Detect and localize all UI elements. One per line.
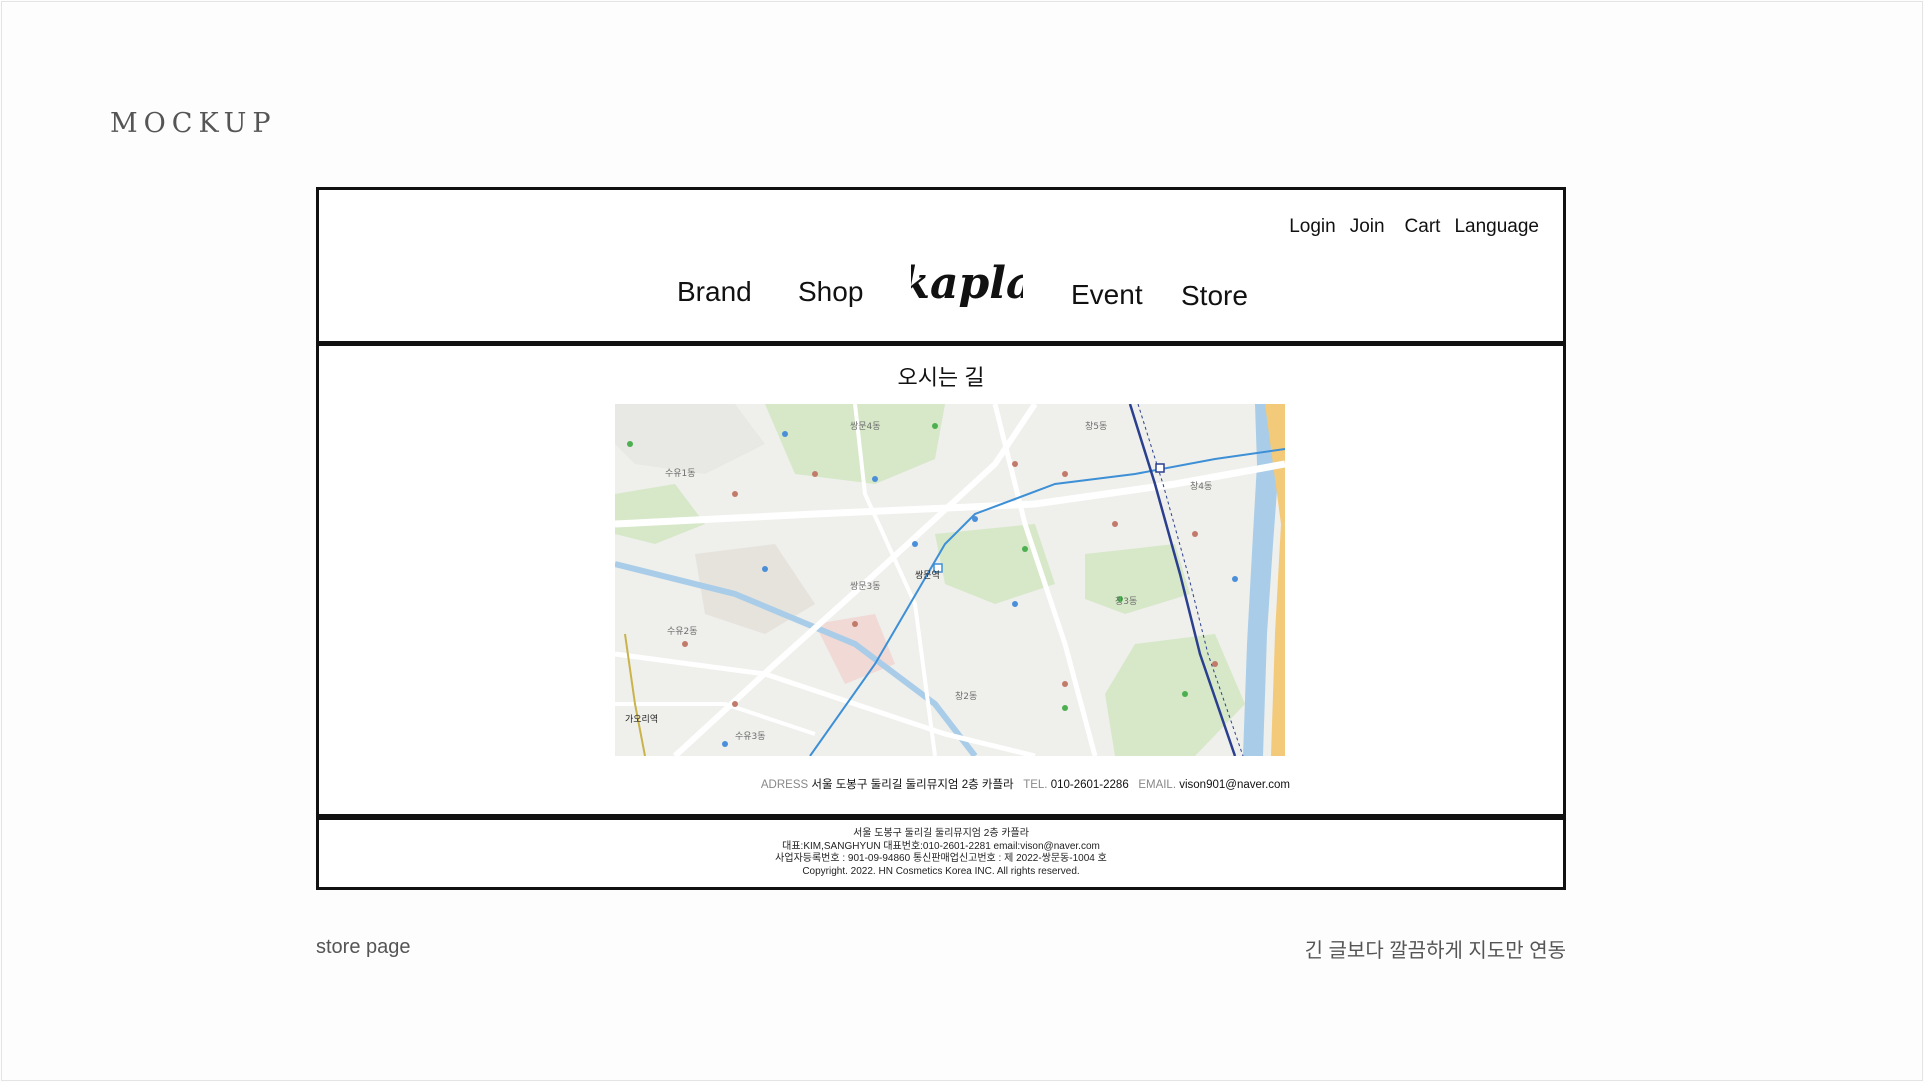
footer-line: 사업자등록번호 : 901-09-94860 통신판매업신고번호 : 제 202… [775, 853, 1107, 865]
nav-event[interactable]: Event [1071, 279, 1143, 311]
nav-brand[interactable]: Brand [677, 276, 752, 308]
svg-text:창3동: 창3동 [1115, 596, 1137, 607]
kapla-logo[interactable]: kapla [900, 254, 1035, 326]
svg-text:창2동: 창2동 [955, 691, 977, 702]
site-footer: 서울 도봉구 둘리길 둘리뮤지엄 2층 카플라 대표:KIM,SANGHYUN … [316, 817, 1566, 890]
nav-store[interactable]: Store [1181, 280, 1248, 312]
design-note: 긴 글보다 깔끔하게 지도만 연동 [1304, 940, 1566, 962]
map-image: 창5동 창4동 창3동 창2동 수유2동 수유3동 수유1동 쌍문4동 쌍문3동… [615, 404, 1285, 756]
svg-text:쌍문역: 쌍문역 [915, 570, 940, 581]
cart-link[interactable]: Cart [1405, 216, 1441, 238]
map-embed[interactable]: 창5동 창4동 창3동 창2동 수유2동 수유3동 수유1동 쌍문4동 쌍문3동… [615, 404, 1285, 756]
kapla-logo-image: kapla [900, 258, 1035, 309]
svg-text:수유2동: 수유2동 [667, 626, 698, 637]
site-mockup: Login Join Cart Language Brand Shop kapl… [316, 187, 1566, 890]
svg-text:가오리역: 가오리역 [625, 714, 658, 725]
nav-shop[interactable]: Shop [798, 276, 863, 308]
svg-text:쌍문4동: 쌍문4동 [850, 421, 881, 432]
site-header: Login Join Cart Language Brand Shop kapl… [316, 187, 1566, 344]
tel-label: TEL. [1023, 779, 1048, 791]
store-section: 오시는 길 창5동 창4동 창3동 창2동 수유2동 수유3동 수유1동 쌍문4… [316, 343, 1566, 817]
mockup-label: MOCKUP [110, 108, 277, 139]
svg-text:창5동: 창5동 [1085, 421, 1107, 432]
address-value: 서울 도봉구 둘리길 둘리뮤지엄 2층 카플라 [811, 779, 1014, 791]
page-caption: store page [316, 936, 411, 958]
svg-text:쌍문3동: 쌍문3동 [850, 581, 881, 592]
footer-info: 서울 도봉구 둘리길 둘리뮤지엄 2층 카플라 대표:KIM,SANGHYUN … [319, 828, 1563, 878]
svg-text:창4동: 창4동 [1190, 481, 1212, 492]
section-title: 오시는 길 [897, 365, 985, 390]
logo-wordmark: kapla [911, 258, 1023, 309]
svg-text:수유1동: 수유1동 [665, 468, 696, 479]
address-label: ADRESS [760, 779, 809, 791]
footer-copyright: Copyright. 2022. HN Cosmetics Korea INC.… [802, 865, 1080, 877]
main-nav: Brand Shop kapla Event Store [319, 258, 1563, 330]
store-address: ADRESS 서울 도봉구 둘리길 둘리뮤지엄 2층 카플라 TEL. 010-… [761, 776, 1290, 792]
email-value: vison901@naver.com [1179, 779, 1290, 791]
language-link[interactable]: Language [1454, 216, 1539, 238]
utility-nav: Login Join Cart Language [1289, 216, 1539, 238]
footer-line: 서울 도봉구 둘리길 둘리뮤지엄 2층 카플라 [853, 828, 1029, 839]
tel-value: 010-2601-2286 [1050, 779, 1129, 791]
join-link[interactable]: Join [1350, 216, 1385, 238]
svg-text:수유3동: 수유3동 [735, 731, 766, 742]
footer-line: 대표:KIM,SANGHYUN 대표번호:010-2601-2281 email… [782, 840, 1100, 852]
login-link[interactable]: Login [1289, 216, 1336, 238]
email-label: EMAIL. [1138, 779, 1177, 791]
